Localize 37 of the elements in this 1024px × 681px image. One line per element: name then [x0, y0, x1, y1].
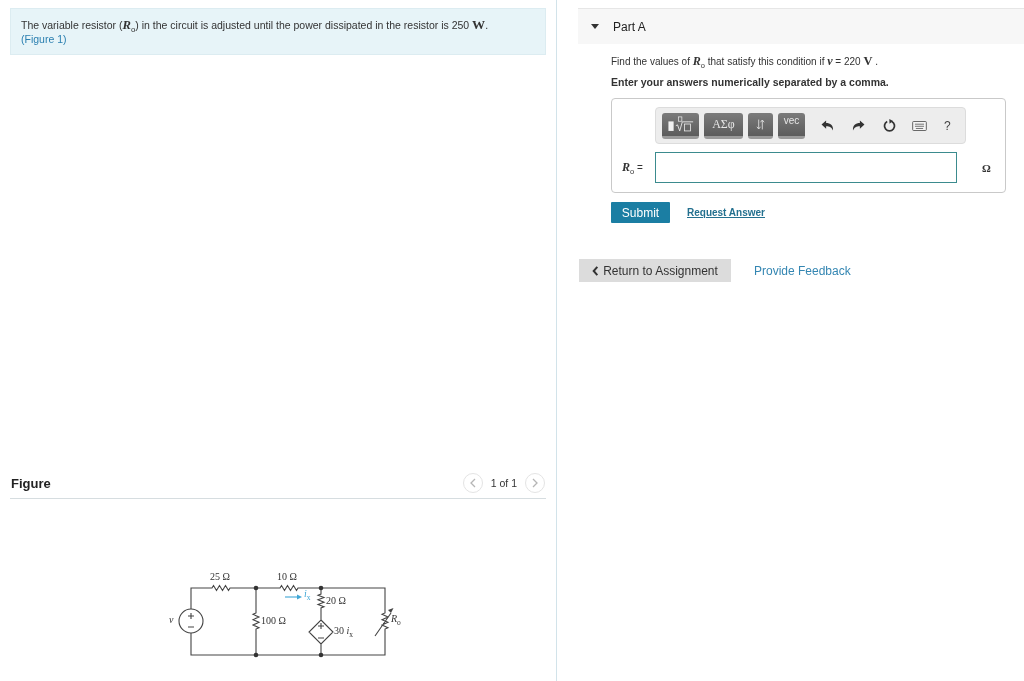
redo-icon[interactable] [852, 120, 865, 131]
current-label: i$_{x}$ [304, 588, 311, 600]
resistance-label: 10 Ω [277, 571, 297, 583]
figure-link[interactable]: (Figure 1) [21, 33, 67, 45]
vector-button[interactable]: vec [778, 112, 805, 139]
answer-field[interactable] [655, 152, 957, 183]
feedback-link[interactable]: Provide Feedback [754, 263, 851, 278]
chevron-left-icon [592, 265, 600, 276]
return-button[interactable]: Return to Assignment [579, 259, 731, 282]
chevron-right-icon [532, 478, 538, 488]
arrows-button[interactable] [748, 112, 773, 139]
undo-icon[interactable] [821, 120, 834, 131]
answer-label: R$_{o}$ = [622, 160, 644, 175]
part-header[interactable]: Part A [578, 8, 1024, 44]
problem-statement: The variable resistor (R$_{o}$) in the circuit is adjusted until the power dissipated in the resistor is 250 W. (Figure 1) [21, 18, 490, 46]
variable-resistor-label: R$_{o}$ [391, 613, 401, 625]
part-title: Part A [613, 19, 646, 34]
up-down-arrows-icon [756, 118, 765, 130]
templates-button[interactable] [662, 112, 699, 139]
resistance-label: 25 Ω [210, 571, 230, 583]
unit-label: Ω [982, 161, 991, 174]
request-answer-link[interactable]: Request Answer [687, 207, 765, 218]
question-text: Find the values of R$_{o}$ that satisfy this condition if v = 220 V . [611, 54, 879, 69]
help-button[interactable]: ? [944, 118, 951, 133]
figure-heading: Figure [11, 475, 51, 491]
dependent-source-label: 30 i$_{x}$ [334, 625, 354, 637]
keyboard-icon[interactable] [912, 120, 927, 131]
chevron-left-icon [469, 478, 476, 488]
voltage-source-label: v [169, 614, 174, 626]
submit-button[interactable]: Submit [611, 202, 670, 223]
page-counter: 1 of 1 [489, 477, 518, 489]
reset-icon[interactable] [883, 119, 896, 132]
square-root-icon [667, 116, 694, 132]
resistance-label: 100 Ω [261, 615, 286, 627]
instruction-text: Enter your answers numerically separated by a comma. [611, 75, 890, 89]
resistance-label: 20 Ω [326, 595, 346, 607]
symbols-button[interactable]: ΑΣφ [704, 112, 743, 139]
